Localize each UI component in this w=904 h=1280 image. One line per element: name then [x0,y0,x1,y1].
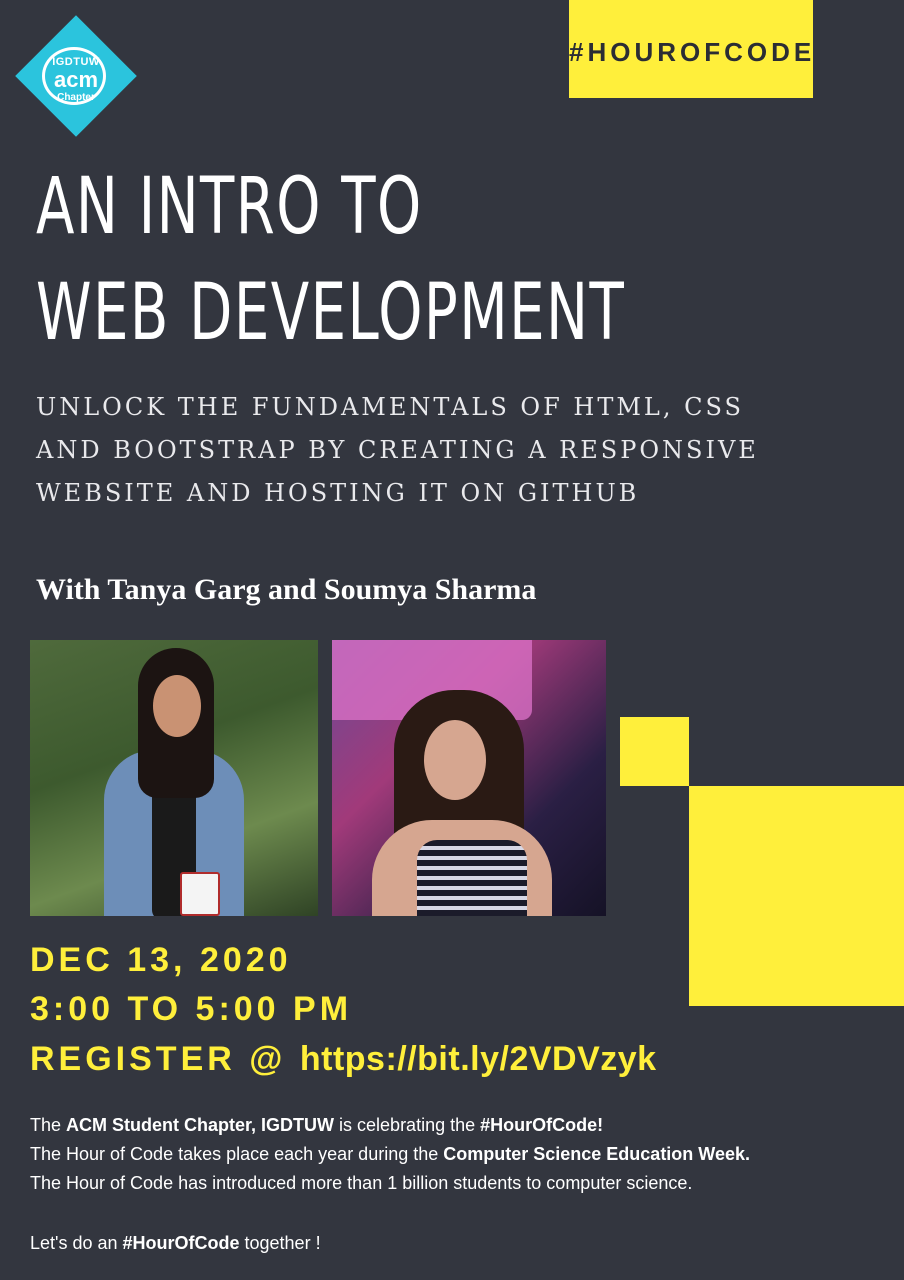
presenters-line: With Tanya Garg and Soumya Sharma [36,573,537,606]
hashtag-banner: #HOUROFCODE [569,0,813,98]
decorative-square-large [689,786,904,1006]
event-poster: IGDTUW acm Chapter #HOUROFCODE AN INTRO … [0,0,904,1280]
desc-text: The [30,1115,67,1135]
photo-figure-face [424,720,486,800]
description-line-2: The Hour of Code takes place each year d… [30,1145,750,1163]
register-label: REGISTER @ [30,1040,287,1078]
hashtag-text: #HOUROFCODE [569,37,816,67]
presenter-photo-soumya [332,640,606,916]
desc-hashtag: #HourOfCode! [480,1115,604,1135]
desc-text: The Hour of Code takes place each year d… [30,1144,444,1164]
desc-text: Let's do an [30,1233,123,1253]
event-time: 3:00 TO 5:00 PM [30,990,353,1028]
logo-text-chapter: Chapter [57,92,95,103]
description-line-1: The ACM Student Chapter, IGDTUW is celeb… [30,1116,603,1134]
desc-chapter-name: ACM Student Chapter, IGDTUW [66,1115,335,1135]
decorative-square-small [620,717,689,786]
title-line-2: WEB DEVELOPMENT [36,268,626,358]
description-line-4: Let's do an #HourOfCode together ! [30,1234,321,1252]
desc-text: is celebrating the [334,1115,481,1135]
desc-text: together ! [239,1233,321,1253]
acm-chapter-logo: IGDTUW acm Chapter [15,15,137,137]
desc-csed-week: Computer Science Education Week. [443,1144,750,1164]
register-link[interactable]: https://bit.ly/2VDVzyk [300,1040,657,1078]
desc-hashtag: #HourOfCode [122,1233,240,1253]
event-date: DEC 13, 2020 [30,941,292,979]
title-line-1: AN INTRO TO [36,162,423,252]
description-line-3: The Hour of Code has introduced more tha… [30,1173,693,1193]
subtitle-line-3: WEBSITE AND HOSTING IT ON GITHUB [36,479,640,507]
photo-figure-striped-top [417,840,527,916]
register-line: REGISTER @ https://bit.ly/2VDVzyk [30,1042,657,1076]
photo-figure-face [153,675,201,737]
photo-figure-id-badge [180,872,220,916]
logo-text-acm: acm [53,67,99,92]
subtitle-line-1: UNLOCK THE FUNDAMENTALS OF HTML, CSS [36,393,744,421]
presenter-photo-tanya [30,640,318,916]
subtitle-line-2: AND BOOTSTRAP BY CREATING A RESPONSIVE [36,436,759,464]
